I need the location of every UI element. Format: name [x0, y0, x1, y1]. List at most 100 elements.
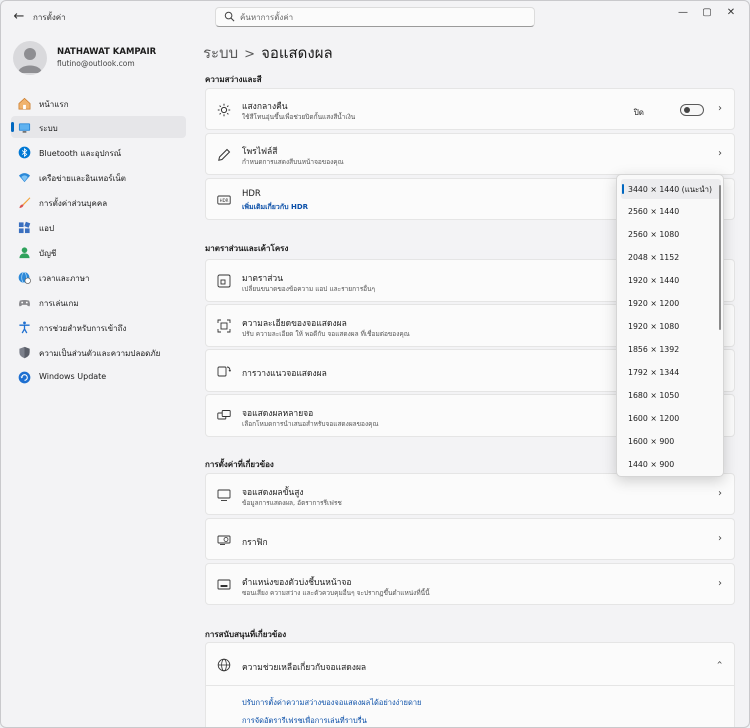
screen-indicator-icon — [217, 579, 231, 590]
sidebar-item-system[interactable]: ระบบ — [11, 116, 186, 138]
chevron-right-icon[interactable]: › — [718, 148, 722, 159]
sidebar-item-label: บัญชี — [39, 249, 57, 258]
chevron-up-icon[interactable]: › — [715, 661, 726, 665]
resolution-option-label: 1920 × 1080 — [628, 322, 680, 331]
color-profile-card[interactable]: โพรไฟล์สี กำหนดการแสดงสีบนหน้าจอของคุณ › — [205, 133, 735, 175]
card-title: HDR — [242, 189, 261, 199]
card-title: จอแสดงผลขั้นสูง — [242, 488, 304, 498]
display-help-card[interactable]: ความช่วยเหลือเกี่ยวกับจอแสดงผล › — [205, 642, 735, 686]
resolution-option-label: 2560 × 1080 — [628, 230, 680, 239]
resolution-option-label: 1856 × 1392 — [628, 345, 680, 354]
chevron-right-icon[interactable]: › — [718, 533, 722, 544]
sidebar-item-label: การตั้งค่าส่วนบุคคล — [39, 199, 108, 208]
resolution-option[interactable]: 1680 × 1050 — [621, 386, 721, 406]
section-title-scale-layout: มาตราส่วนและเค้าโครง — [205, 244, 289, 253]
sidebar-item-windows-update[interactable]: Windows Update — [11, 366, 186, 388]
dropdown-scrollbar[interactable] — [719, 185, 721, 330]
card-subtitle: กำหนดการแสดงสีบนหน้าจอของคุณ — [242, 158, 344, 166]
resolution-icon — [217, 319, 231, 333]
hdr-learn-more-link[interactable]: เพิ่มเติมเกี่ยวกับ HDR — [242, 202, 308, 213]
avatar[interactable] — [13, 41, 47, 75]
resolution-option[interactable]: 1856 × 1392 — [621, 340, 721, 360]
resolution-dropdown[interactable]: 3440 × 1440 (แนะนำ) 2560 × 1440 2560 × 1… — [616, 174, 724, 477]
multi-display-icon — [217, 410, 231, 420]
help-link-refresh-rate[interactable]: การจัดอัตรารีเฟรชเพื่อการเล่นที่ราบรื่น — [242, 715, 367, 727]
title-bar: ← การตั้งค่า — ▢ ✕ — [1, 1, 749, 33]
chevron-right-icon[interactable]: › — [718, 578, 722, 589]
profile-email: flutino@outlook.com — [57, 59, 135, 68]
sidebar-item-label: การเล่นเกม — [39, 299, 79, 308]
back-button[interactable]: ← — [9, 7, 29, 27]
sidebar-item-bluetooth[interactable]: Bluetooth และอุปกรณ์ — [11, 141, 186, 163]
update-icon — [18, 371, 31, 384]
hdr-icon: HDR — [217, 195, 231, 205]
card-title: ความช่วยเหลือเกี่ยวกับจอแสดงผล — [242, 663, 367, 673]
maximize-button[interactable]: ▢ — [696, 5, 718, 21]
resolution-option[interactable]: 2048 × 1152 — [621, 248, 721, 268]
sidebar-item-label: ความเป็นส่วนตัวและความปลอดภัย — [39, 349, 161, 358]
sidebar-item-personalization[interactable]: การตั้งค่าส่วนบุคคล — [11, 191, 186, 213]
indicator-position-card[interactable]: ตำแหน่งของตัวบ่งชี้บนหน้าจอ ซอนเสียง ควา… — [205, 563, 735, 605]
accessibility-icon — [19, 321, 30, 334]
wifi-icon — [18, 173, 31, 183]
gamepad-icon — [19, 299, 30, 307]
night-light-card[interactable]: แสงกลางคืน ใช้สีโทนอุ่นขึ้นเพื่อช่วยปิดก… — [205, 88, 735, 130]
search-icon — [224, 11, 235, 22]
resolution-option-label: 1440 × 900 — [628, 460, 675, 469]
pen-icon — [218, 148, 231, 161]
sidebar-item-label: Bluetooth และอุปกรณ์ — [39, 149, 122, 158]
breadcrumb: ระบบ > จอแสดงผล — [203, 41, 333, 65]
sidebar-item-gaming[interactable]: การเล่นเกม — [11, 291, 186, 313]
close-button[interactable]: ✕ — [720, 5, 742, 21]
search-box[interactable] — [215, 7, 535, 27]
system-icon — [18, 123, 31, 133]
sidebar-item-home[interactable]: หน้าแรก — [11, 92, 186, 114]
sidebar-item-privacy[interactable]: ความเป็นส่วนตัวและความปลอดภัย — [11, 341, 186, 363]
shield-icon — [19, 346, 30, 359]
night-light-toggle[interactable] — [680, 104, 704, 116]
resolution-option[interactable]: 1792 × 1344 — [621, 363, 721, 383]
resolution-option-label: 1920 × 1200 — [628, 299, 680, 308]
resolution-option[interactable]: 1920 × 1440 — [621, 271, 721, 291]
resolution-option[interactable]: 1920 × 1200 — [621, 294, 721, 314]
resolution-option[interactable]: 1920 × 1080 — [621, 317, 721, 337]
resolution-option[interactable]: 2560 × 1080 — [621, 225, 721, 245]
display-help-expanded: ปรับการตั้งค่าความสว่างของจอแสดงผลได้อย่… — [205, 686, 735, 727]
sidebar-item-label: Windows Update — [39, 372, 107, 381]
advanced-display-card[interactable]: จอแสดงผลขั้นสูง ข้อมูลการแสดงผล, อัตรากา… — [205, 473, 735, 515]
account-icon — [19, 247, 30, 259]
sidebar-item-apps[interactable]: แอป — [11, 216, 186, 238]
globe-clock-icon — [18, 271, 31, 284]
breadcrumb-parent[interactable]: ระบบ — [203, 44, 238, 62]
chevron-right-icon[interactable]: › — [718, 103, 722, 114]
apps-icon — [18, 221, 31, 234]
resolution-option-label: 1600 × 1200 — [628, 414, 680, 423]
resolution-option[interactable]: 2560 × 1440 — [621, 202, 721, 222]
chevron-right-icon[interactable]: › — [718, 488, 722, 499]
profile-name: NATHAWAT KAMPAIR — [57, 47, 157, 57]
sidebar-item-network[interactable]: เครือข่ายและอินเทอร์เน็ต — [11, 166, 186, 188]
toggle-knob — [684, 107, 690, 113]
resolution-option-label: 2560 × 1440 — [628, 207, 680, 216]
resolution-option[interactable]: 1600 × 900 — [621, 432, 721, 452]
resolution-option[interactable]: 1600 × 1200 — [621, 409, 721, 429]
graphics-card[interactable]: กราฟิก › — [205, 518, 735, 560]
help-link-brightness[interactable]: ปรับการตั้งค่าความสว่างของจอแสดงผลได้อย่… — [242, 697, 421, 709]
graphics-card-icon — [217, 535, 231, 545]
resolution-option[interactable]: 3440 × 1440 (แนะนำ) — [621, 179, 721, 199]
card-title: ความละเอียดของจอแสดงผล — [242, 319, 347, 329]
home-icon — [18, 97, 31, 110]
card-subtitle: เปลี่ยนขนาดของข้อความ แอป และรายการอื่นๆ — [242, 285, 376, 293]
minimize-button[interactable]: — — [672, 5, 694, 21]
sidebar-item-time-language[interactable]: เวลาและภาษา — [11, 266, 186, 288]
search-input[interactable] — [240, 10, 520, 24]
sidebar-item-label: เครือข่ายและอินเทอร์เน็ต — [39, 174, 126, 183]
resolution-option[interactable]: 1440 × 900 — [621, 455, 721, 475]
card-subtitle: ใช้สีโทนอุ่นขึ้นเพื่อช่วยปิดกั้นแสงสีน้ำ… — [242, 113, 356, 121]
svg-text:HDR: HDR — [220, 198, 229, 203]
sidebar-item-label: แอป — [39, 224, 55, 233]
orientation-icon — [217, 366, 231, 377]
sidebar-item-accounts[interactable]: บัญชี — [11, 241, 186, 263]
resolution-option-label: 1920 × 1440 — [628, 276, 680, 285]
sidebar-item-accessibility[interactable]: การช่วยสำหรับการเข้าถึง — [11, 316, 186, 338]
